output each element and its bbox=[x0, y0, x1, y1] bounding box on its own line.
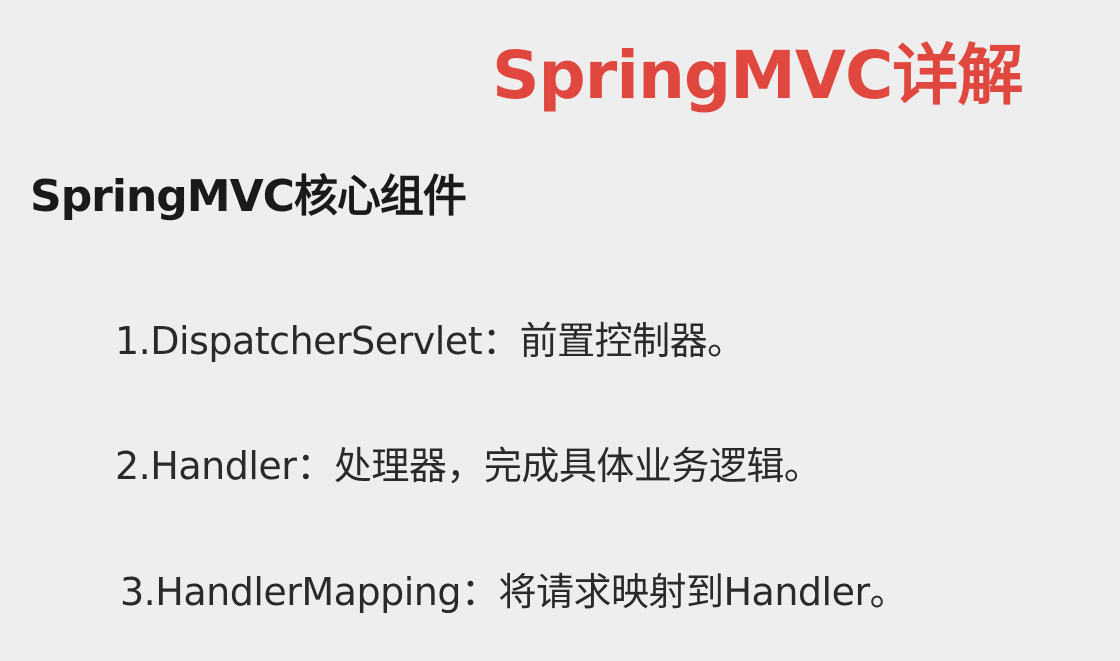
list-item-handler: 2.Handler：处理器，完成具体业务逻辑。 bbox=[115, 444, 822, 488]
list-item-handler-mapping: 3.HandlerMapping：将请求映射到Handler。 bbox=[120, 570, 908, 614]
slide: SpringMVC详解 SpringMVC核心组件 1.DispatcherSe… bbox=[0, 0, 1120, 661]
list-item-dispatcher-servlet: 1.DispatcherServlet：前置控制器。 bbox=[115, 319, 745, 363]
slide-title: SpringMVC详解 bbox=[492, 37, 1023, 114]
section-heading: SpringMVC核心组件 bbox=[30, 171, 467, 222]
